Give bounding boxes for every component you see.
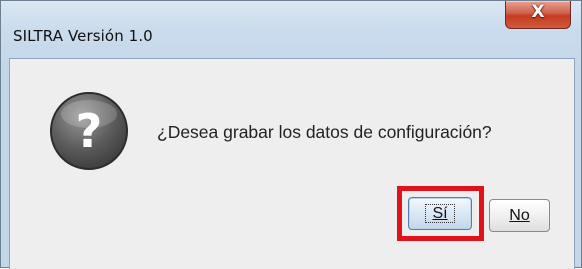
dialog-window: SILTRA Versión 1.0 X ? ¿Desea grabar los… [0,0,582,269]
dialog-body: ? ¿Desea grabar los datos de configuraci… [9,58,575,269]
question-icon: ? [50,92,128,170]
close-button[interactable]: X [505,1,571,29]
title-bar[interactable]: SILTRA Versión 1.0 X [1,1,581,58]
no-button-label: No [509,207,530,224]
yes-button[interactable]: Sí [408,197,472,230]
yes-button-label: Sí [425,204,455,223]
window-title: SILTRA Versión 1.0 [13,27,153,45]
no-button[interactable]: No [489,199,550,232]
close-icon: X [531,2,545,22]
dialog-message: ¿Desea grabar los datos de configuración… [157,122,492,142]
svg-text:?: ? [76,104,103,158]
